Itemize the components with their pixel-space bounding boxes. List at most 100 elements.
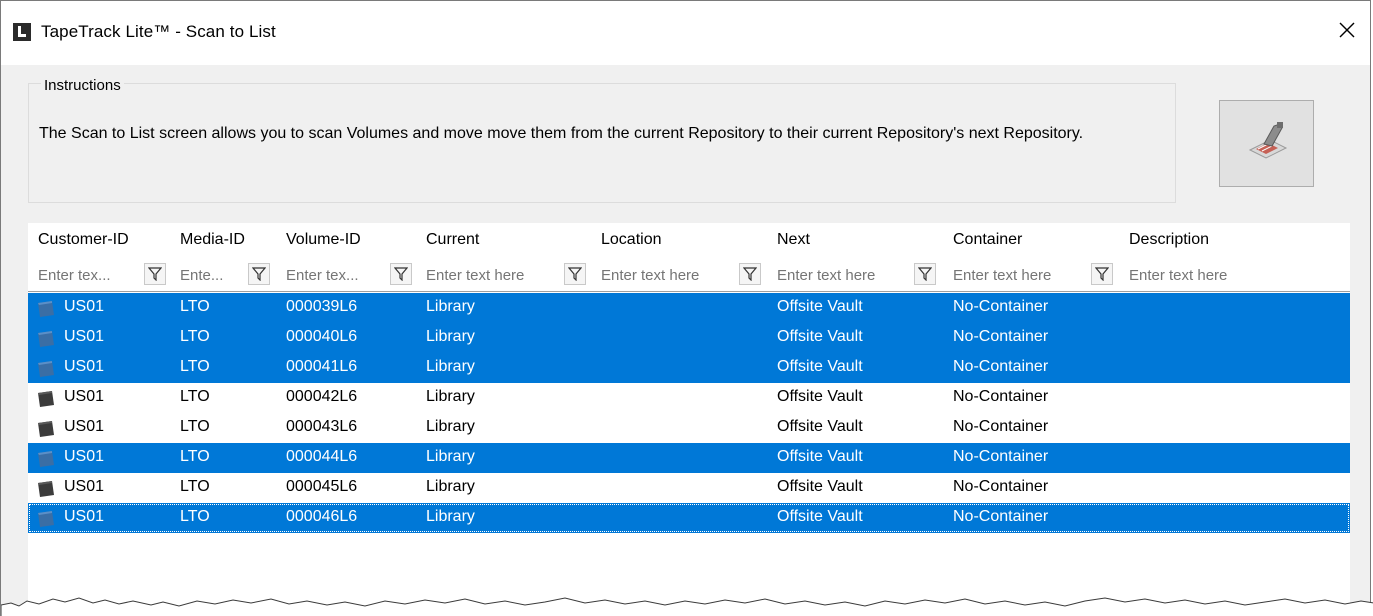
cell-volume: 000044L6 (286, 448, 358, 465)
cell-media: LTO (180, 418, 210, 435)
cell-media: LTO (180, 358, 210, 375)
cell-media: LTO (180, 448, 210, 465)
instructions-text: The Scan to List screen allows you to sc… (39, 125, 1084, 142)
filter-input-customer-id[interactable] (38, 264, 138, 286)
cell-volume: 000042L6 (286, 388, 358, 405)
filter-icon[interactable] (914, 263, 936, 285)
cell-current: Library (426, 388, 475, 405)
cell-next: Offsite Vault (777, 418, 863, 435)
cell-next: Offsite Vault (777, 478, 863, 495)
cell-volume: 000040L6 (286, 328, 358, 345)
filter-media-id (180, 259, 276, 289)
column-header-description[interactable]: Description (1129, 231, 1209, 249)
filter-input-volume-id[interactable] (286, 264, 386, 286)
table-row[interactable]: US01 LTO 000039L6 Library Offsite Vault No-Co… (28, 293, 1350, 323)
cell-media: LTO (180, 388, 210, 405)
filter-icon[interactable] (248, 263, 270, 285)
column-header-volume-id[interactable]: Volume-ID (286, 231, 361, 249)
cell-media: LTO (180, 508, 210, 525)
barcode-scanner-icon (1244, 118, 1290, 169)
close-icon (1339, 22, 1355, 43)
cell-volume: 000043L6 (286, 418, 358, 435)
cell-customer: US01 (64, 478, 105, 495)
filter-customer-id (38, 259, 170, 289)
torn-edge (1, 597, 1373, 616)
filter-icon[interactable] (144, 263, 166, 285)
cell-next: Offsite Vault (777, 448, 863, 465)
filter-location (601, 259, 767, 289)
table-row[interactable]: US01 LTO 000044L6 Library Offsite Vault No-Co… (28, 443, 1350, 473)
filter-volume-id (286, 259, 418, 289)
cell-volume: 000045L6 (286, 478, 358, 495)
cell-volume: 000039L6 (286, 298, 358, 315)
cell-media: LTO (180, 478, 210, 495)
column-header-container[interactable]: Container (953, 231, 1022, 249)
tape-cartridge-icon (36, 479, 56, 499)
cell-customer: US01 (64, 448, 105, 465)
table-row[interactable]: US01 LTO 000040L6 Library Offsite Vault No-Co… (28, 323, 1350, 353)
cell-current: Library (426, 358, 475, 375)
tape-cartridge-icon (36, 329, 56, 349)
table-row[interactable]: US01 LTO 000046L6 Library Offsite Vault No-Co… (28, 503, 1350, 533)
filter-container (953, 259, 1119, 289)
volume-grid: Customer-ID Media-ID Volume-ID Current L… (28, 223, 1350, 616)
cell-next: Offsite Vault (777, 508, 863, 525)
header-divider (28, 291, 1350, 292)
filter-description (1129, 259, 1339, 289)
filter-icon[interactable] (564, 263, 586, 285)
cell-container: No-Container (953, 478, 1049, 495)
cell-volume: 000046L6 (286, 508, 358, 525)
tape-cartridge-icon (36, 449, 56, 469)
cell-container: No-Container (953, 328, 1049, 345)
cell-current: Library (426, 298, 475, 315)
tape-cartridge-icon (36, 509, 56, 529)
cell-next: Offsite Vault (777, 358, 863, 375)
window-title: TapeTrack Lite™ - Scan to List (41, 22, 276, 41)
filter-input-current[interactable] (426, 264, 558, 286)
column-header-current[interactable]: Current (426, 231, 479, 249)
title-bar: TapeTrack Lite™ - Scan to List (1, 1, 1370, 65)
cell-customer: US01 (64, 418, 105, 435)
filter-input-location[interactable] (601, 264, 733, 286)
tape-cartridge-icon (36, 389, 56, 409)
cell-container: No-Container (953, 448, 1049, 465)
column-header-customer-id[interactable]: Customer-ID (38, 231, 129, 249)
filter-input-description[interactable] (1129, 264, 1329, 286)
cell-customer: US01 (64, 328, 105, 345)
filter-icon[interactable] (390, 263, 412, 285)
close-button[interactable] (1324, 9, 1370, 55)
cell-next: Offsite Vault (777, 388, 863, 405)
filter-icon[interactable] (1091, 263, 1113, 285)
cell-current: Library (426, 418, 475, 435)
cell-customer: US01 (64, 298, 105, 315)
table-row[interactable]: US01 LTO 000043L6 Library Offsite Vault No-Co… (28, 413, 1350, 443)
cell-current: Library (426, 508, 475, 525)
tapetrack-app-icon (13, 23, 31, 41)
cell-next: Offsite Vault (777, 298, 863, 315)
scan-button[interactable] (1219, 100, 1314, 187)
cell-container: No-Container (953, 508, 1049, 525)
cell-customer: US01 (64, 508, 105, 525)
table-row[interactable]: US01 LTO 000042L6 Library Offsite Vault No-Co… (28, 383, 1350, 413)
filter-icon[interactable] (739, 263, 761, 285)
tape-cartridge-icon (36, 299, 56, 319)
table-row[interactable]: US01 LTO 000041L6 Library Offsite Vault No-Co… (28, 353, 1350, 383)
column-header-location[interactable]: Location (601, 231, 662, 249)
cell-customer: US01 (64, 388, 105, 405)
filter-input-next[interactable] (777, 264, 909, 286)
instructions-legend: Instructions (41, 77, 124, 94)
cell-customer: US01 (64, 358, 105, 375)
column-header-next[interactable]: Next (777, 231, 810, 249)
instructions-group: Instructions The Scan to List screen all… (28, 77, 1176, 203)
cell-current: Library (426, 328, 475, 345)
table-row[interactable]: US01 LTO 000045L6 Library Offsite Vault No-Co… (28, 473, 1350, 503)
tape-cartridge-icon (36, 359, 56, 379)
filter-current (426, 259, 592, 289)
filter-next (777, 259, 943, 289)
column-header-media-id[interactable]: Media-ID (180, 231, 245, 249)
cell-current: Library (426, 448, 475, 465)
filter-input-media-id[interactable] (180, 264, 244, 286)
cell-container: No-Container (953, 358, 1049, 375)
filter-input-container[interactable] (953, 264, 1085, 286)
cell-media: LTO (180, 328, 210, 345)
